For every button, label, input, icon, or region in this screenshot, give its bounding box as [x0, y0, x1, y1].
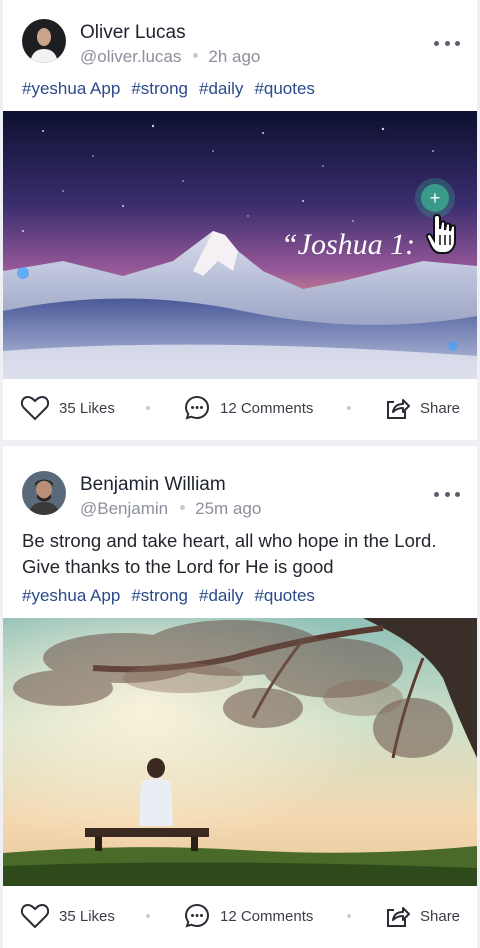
image-quote-text: “Joshua 1:	[281, 228, 415, 261]
meta-separator	[180, 505, 186, 511]
share-label: Share	[420, 907, 461, 925]
hashtag[interactable]: #quotes	[254, 79, 315, 98]
post-text: Be strong and take heart, all who hope i…	[22, 530, 437, 577]
comment-bubble-icon	[184, 395, 210, 420]
comment-button[interactable]: 12 Comments	[184, 388, 313, 428]
post-meta: @oliver.lucas 2h ago	[80, 47, 260, 67]
likes-count: 35 Likes	[59, 907, 115, 925]
hashtag[interactable]: #daily	[199, 586, 243, 605]
comment-button[interactable]: 12 Comments	[184, 896, 313, 936]
share-icon	[387, 399, 410, 419]
hashtag[interactable]: #yeshua App	[22, 79, 120, 98]
hashtags: #yeshua App #strong #daily #quotes	[22, 586, 326, 606]
author-handle[interactable]: @Benjamin	[80, 499, 168, 518]
post-card: Oliver Lucas @oliver.lucas 2h ago #yeshua…	[3, 0, 477, 440]
share-button[interactable]: Share	[384, 896, 460, 936]
avatar[interactable]	[22, 19, 66, 63]
hashtag[interactable]: #strong	[131, 586, 188, 605]
share-label: Share	[420, 399, 461, 417]
post-meta: @Benjamin 25m ago	[80, 499, 261, 519]
more-options-icon[interactable]	[434, 37, 460, 49]
post-time: 2h ago	[208, 47, 261, 66]
add-button-label: +	[430, 188, 441, 208]
likes-count: 35 Likes	[59, 399, 115, 417]
avatar[interactable]	[22, 471, 66, 515]
author-name[interactable]: Oliver Lucas	[80, 22, 186, 44]
post-actions: 35 Likes 12 Comments Share	[3, 896, 477, 936]
meta-separator	[193, 53, 199, 59]
author-name[interactable]: Benjamin William	[80, 474, 226, 496]
post-image[interactable]: “Joshua 1: +	[3, 111, 477, 379]
post-card: Benjamin William @Benjamin 25m ago Be str…	[3, 446, 477, 948]
action-separator	[347, 406, 351, 410]
comment-bubble-icon	[184, 903, 210, 928]
share-icon	[387, 907, 410, 927]
share-button[interactable]: Share	[384, 388, 460, 428]
comments-count: 12 Comments	[220, 907, 314, 925]
post-time: 25m ago	[195, 499, 262, 518]
post-actions: 35 Likes 12 Comments Share	[3, 388, 477, 428]
hashtag[interactable]: #yeshua App	[22, 586, 120, 605]
post-image[interactable]	[3, 618, 477, 886]
author-handle[interactable]: @oliver.lucas	[80, 47, 181, 66]
like-button[interactable]: 35 Likes	[21, 388, 115, 428]
action-separator	[347, 914, 351, 918]
hashtag[interactable]: #daily	[199, 79, 243, 98]
hashtag[interactable]: #strong	[131, 79, 188, 98]
action-separator	[146, 406, 150, 410]
hashtags: #yeshua App #strong #daily #quotes	[22, 79, 326, 99]
heart-icon	[21, 395, 49, 421]
like-button[interactable]: 35 Likes	[21, 896, 115, 936]
comments-count: 12 Comments	[220, 399, 314, 417]
heart-icon	[21, 903, 49, 929]
more-options-icon[interactable]	[434, 488, 460, 500]
hashtag[interactable]: #quotes	[254, 586, 315, 605]
action-separator	[146, 914, 150, 918]
